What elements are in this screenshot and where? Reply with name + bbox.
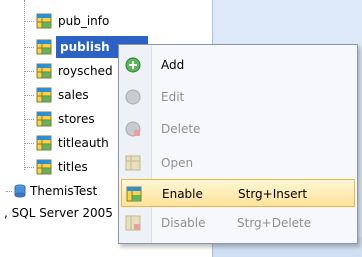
tree-item-label: ThemisTest (30, 184, 98, 198)
edit-icon (125, 89, 141, 105)
table-icon (36, 135, 52, 151)
menu-item-enable[interactable]: Enable Strg+Insert (121, 179, 355, 207)
tree-connector (24, 143, 34, 144)
table-icon (125, 155, 141, 171)
table-icon (36, 39, 52, 55)
tree-connector (24, 71, 34, 72)
tree-connector (24, 21, 34, 22)
table-icon (36, 87, 52, 103)
add-icon (125, 57, 141, 73)
table-icon (126, 186, 142, 202)
tree-item-label: stores (58, 112, 95, 126)
tree-connector (24, 167, 34, 168)
table-icon (125, 215, 141, 231)
menu-item-label: Add (161, 58, 185, 72)
tree-item-label: sales (58, 88, 89, 102)
menu-item-disable[interactable]: Disable Strg+Delete (121, 209, 355, 237)
tree-connector (6, 191, 12, 192)
database-icon (14, 184, 26, 198)
tree-connector (24, 47, 34, 48)
tree-item-label: roysched (58, 64, 113, 78)
menu-item-open[interactable]: Open (121, 149, 355, 177)
tree-item-label: pub_info (58, 14, 110, 28)
menu-item-label: Edit (161, 90, 185, 104)
menu-item-label: Open (161, 156, 194, 170)
menu-item-label: Enable (162, 187, 203, 201)
tree-item-label: titles (58, 160, 88, 174)
table-icon (36, 159, 52, 175)
tree-connector (24, 119, 34, 120)
menu-item-shortcut: Strg+Delete (237, 216, 312, 230)
tree-connector (24, 95, 34, 96)
menu-item-edit[interactable]: Edit (121, 83, 355, 111)
table-icon (36, 13, 52, 29)
context-menu: Add Edit Delete Open Enable Strg+Insert (118, 44, 358, 244)
table-icon (36, 111, 52, 127)
tree-item-server[interactable]: , SQL Server 2005 (0, 202, 118, 224)
menu-item-add[interactable]: Add (121, 51, 355, 79)
menu-item-shortcut: Strg+Insert (238, 187, 308, 201)
menu-item-label: Delete (161, 122, 201, 136)
menu-item-label: Disable (161, 216, 206, 230)
table-icon (36, 63, 52, 79)
tree-item-label: titleauth (58, 136, 109, 150)
tree-item-pub-info[interactable]: pub_info (24, 10, 214, 32)
tree-item-label: , SQL Server 2005 (4, 206, 113, 220)
menu-item-delete[interactable]: Delete (121, 115, 355, 143)
delete-icon (125, 121, 141, 137)
